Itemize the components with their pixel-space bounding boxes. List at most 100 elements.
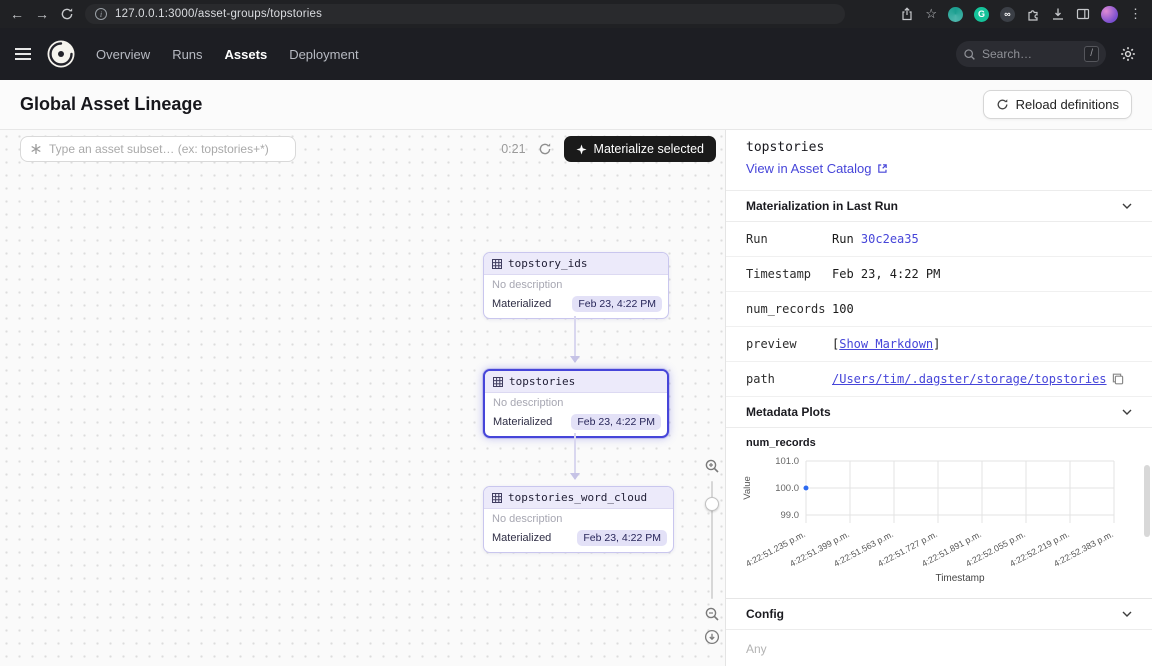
asset-node-topstories-word-cloud[interactable]: topstories_word_cloud No description Mat… bbox=[483, 486, 674, 553]
reload-definitions-label: Reload definitions bbox=[1016, 97, 1119, 112]
browser-chrome: ← → i 127.0.0.1:3000/asset-groups/topsto… bbox=[0, 0, 1152, 28]
refresh-graph-icon[interactable] bbox=[538, 142, 552, 156]
browser-menu-icon[interactable]: ⋮ bbox=[1129, 6, 1142, 22]
recenter-graph-icon[interactable] bbox=[704, 629, 720, 645]
panel-scrollbar[interactable] bbox=[1144, 465, 1150, 537]
side-panel-icon[interactable] bbox=[1076, 7, 1090, 21]
run-prefix: Run bbox=[832, 232, 854, 246]
asset-graph-filter-icon bbox=[30, 143, 42, 155]
reload-icon bbox=[996, 98, 1009, 111]
view-in-asset-catalog-link[interactable]: View in Asset Catalog bbox=[746, 161, 888, 176]
copy-icon[interactable] bbox=[1112, 373, 1124, 385]
catalog-link-label: View in Asset Catalog bbox=[746, 161, 872, 176]
chevron-down-icon bbox=[1122, 409, 1132, 415]
sparkle-icon bbox=[576, 144, 587, 155]
nav-overview[interactable]: Overview bbox=[96, 47, 150, 62]
asset-table-icon bbox=[493, 377, 503, 387]
zoom-slider-handle[interactable] bbox=[705, 497, 719, 511]
browser-back-button[interactable]: ← bbox=[10, 7, 24, 21]
page-header: Global Asset Lineage Reload definitions bbox=[0, 80, 1152, 130]
table-row-path: path /Users/tim/.dagster/storage/topstor… bbox=[726, 362, 1152, 397]
search-icon bbox=[963, 48, 976, 61]
zoom-slider[interactable] bbox=[711, 481, 713, 599]
chevron-down-icon bbox=[1122, 611, 1132, 617]
svg-text:99.0: 99.0 bbox=[781, 510, 800, 521]
asset-node-topstories[interactable]: topstories No description Materialized F… bbox=[483, 369, 669, 438]
section-materialization-last-run[interactable]: Materialization in Last Run bbox=[726, 190, 1152, 222]
asset-node-status: Materialized bbox=[493, 416, 552, 428]
selected-asset-name: topstories bbox=[746, 140, 1132, 155]
asset-subset-filter[interactable] bbox=[20, 136, 296, 162]
asset-node-timestamp: Feb 23, 4:22 PM bbox=[572, 296, 662, 312]
asset-node-status: Materialized bbox=[492, 298, 551, 310]
bookmark-star-icon[interactable]: ☆ bbox=[925, 6, 937, 22]
path-link[interactable]: /Users/tim/.dagster/storage/topstories bbox=[832, 372, 1107, 386]
materialize-selected-button[interactable]: Materialize selected bbox=[564, 136, 716, 162]
metadata-plot-svg: 101.0100.099.04:22:51.235 p.m.4:22:51.39… bbox=[738, 451, 1140, 585]
svg-text:100.0: 100.0 bbox=[775, 483, 799, 494]
timestamp-value: Feb 23, 4:22 PM bbox=[832, 267, 940, 281]
browser-reload-button[interactable] bbox=[60, 7, 74, 21]
num-records-value: 100 bbox=[832, 302, 854, 316]
section-metadata-plots[interactable]: Metadata Plots bbox=[726, 397, 1152, 428]
reload-definitions-button[interactable]: Reload definitions bbox=[983, 90, 1132, 119]
nav-deployment[interactable]: Deployment bbox=[289, 47, 358, 62]
extension-icon-2[interactable]: G bbox=[974, 7, 989, 22]
dagster-logo[interactable] bbox=[46, 39, 76, 69]
chevron-down-icon bbox=[1122, 203, 1132, 209]
materialize-selected-label: Materialize selected bbox=[594, 142, 704, 156]
svg-text:Value: Value bbox=[742, 476, 753, 500]
metadata-plot: 101.0100.099.04:22:51.235 p.m.4:22:51.39… bbox=[726, 449, 1152, 599]
asset-details-panel: topstories View in Asset Catalog Materia… bbox=[725, 130, 1152, 666]
page-title: Global Asset Lineage bbox=[20, 94, 202, 115]
main-nav: Overview Runs Assets Deployment bbox=[96, 47, 359, 62]
zoom-out-icon[interactable] bbox=[704, 606, 720, 622]
row-label: Timestamp bbox=[746, 267, 832, 281]
search-shortcut-key: / bbox=[1084, 46, 1099, 62]
row-label: num_records bbox=[746, 302, 832, 316]
asset-table-icon bbox=[492, 493, 502, 503]
external-link-icon bbox=[877, 163, 888, 174]
extension-icon-1[interactable] bbox=[948, 7, 963, 22]
table-row-preview: preview [Show Markdown] bbox=[726, 327, 1152, 362]
config-value: Any bbox=[726, 630, 1152, 666]
asset-node-topstory-ids[interactable]: topstory_ids No description Materialized… bbox=[483, 252, 669, 319]
global-search[interactable]: / bbox=[956, 41, 1106, 67]
app-header: Overview Runs Assets Deployment / bbox=[0, 28, 1152, 80]
hamburger-menu-icon[interactable] bbox=[0, 48, 46, 60]
show-markdown-link[interactable]: Show Markdown bbox=[839, 337, 933, 351]
section-config[interactable]: Config bbox=[726, 599, 1152, 630]
asset-node-description: No description bbox=[485, 393, 667, 411]
svg-text:101.0: 101.0 bbox=[775, 456, 799, 467]
profile-avatar[interactable] bbox=[1101, 6, 1118, 23]
section-title: Metadata Plots bbox=[746, 405, 831, 419]
zoom-in-icon[interactable] bbox=[704, 458, 720, 474]
browser-forward-button[interactable]: → bbox=[35, 7, 49, 21]
row-label: path bbox=[746, 372, 832, 386]
row-label: Run bbox=[746, 232, 832, 246]
url-text: 127.0.0.1:3000/asset-groups/topstories bbox=[115, 8, 322, 20]
asset-subset-input[interactable] bbox=[49, 142, 286, 156]
run-id-link[interactable]: 30c2ea35 bbox=[861, 232, 919, 246]
table-row-timestamp: Timestamp Feb 23, 4:22 PM bbox=[726, 257, 1152, 292]
extension-icon-3[interactable]: ∞ bbox=[1000, 7, 1015, 22]
settings-gear-icon[interactable] bbox=[1120, 46, 1136, 62]
table-row-num-records: num_records 100 bbox=[726, 292, 1152, 327]
extensions-puzzle-icon[interactable] bbox=[1026, 7, 1040, 21]
search-input[interactable] bbox=[982, 47, 1078, 61]
nav-runs[interactable]: Runs bbox=[172, 47, 202, 62]
downloads-icon[interactable] bbox=[1051, 7, 1065, 21]
row-label: preview bbox=[746, 337, 832, 351]
section-title: Config bbox=[746, 607, 784, 621]
lineage-edge bbox=[574, 433, 576, 479]
url-bar[interactable]: i 127.0.0.1:3000/asset-groups/topstories bbox=[85, 4, 845, 24]
share-icon[interactable] bbox=[900, 7, 914, 21]
asset-graph-canvas[interactable]: 0:21 Materialize selected topstory_ids N… bbox=[0, 130, 725, 666]
asset-node-timestamp: Feb 23, 4:22 PM bbox=[577, 530, 667, 546]
asset-table-icon bbox=[492, 259, 502, 269]
asset-node-description: No description bbox=[484, 509, 673, 527]
asset-node-timestamp: Feb 23, 4:22 PM bbox=[571, 414, 661, 430]
site-info-icon[interactable]: i bbox=[95, 8, 107, 20]
nav-assets[interactable]: Assets bbox=[225, 47, 268, 62]
zoom-controls bbox=[704, 458, 720, 645]
